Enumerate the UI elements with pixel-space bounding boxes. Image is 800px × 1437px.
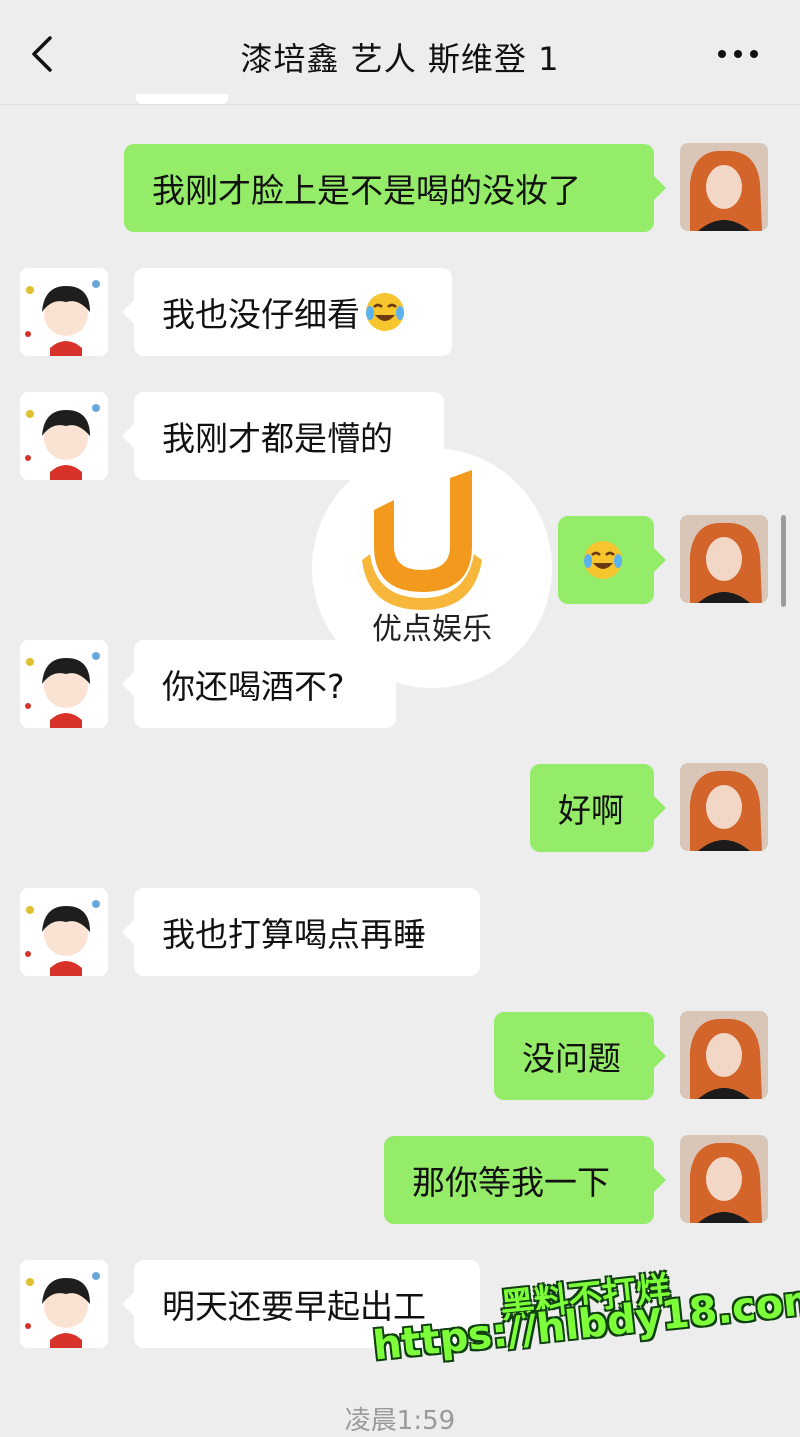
chat-title: 漆培鑫 艺人 斯维登 1 [240, 40, 560, 78]
contact-avatar[interactable] [20, 268, 108, 356]
contact-avatar[interactable] [20, 1260, 108, 1348]
brand-u-logo-icon [362, 470, 482, 610]
self-avatar[interactable] [680, 1011, 768, 1099]
message-text: 那你等我一下 [412, 1163, 610, 1202]
message-text: 我刚才脸上是不是喝的没妆了 [152, 171, 581, 210]
brand-logo-overlay: 优点娱乐 [312, 448, 552, 688]
contact-avatar[interactable] [20, 640, 108, 728]
message-text: 好啊 [558, 791, 624, 830]
contact-avatar[interactable] [20, 392, 108, 480]
message-bubble-outgoing[interactable]: 那你等我一下 [384, 1136, 666, 1224]
scrollbar[interactable] [781, 515, 786, 607]
message-text: 我也打算喝点再睡 [162, 915, 426, 954]
self-avatar[interactable] [680, 1135, 768, 1223]
message-bubble-incoming[interactable]: 我也没仔细看 [122, 268, 452, 356]
message-bubble-outgoing[interactable]: 没问题 [494, 1012, 666, 1100]
self-avatar[interactable] [680, 515, 768, 603]
more-dots-icon[interactable] [716, 38, 760, 70]
message-timestamp: 凌晨1:59 [344, 1406, 456, 1436]
contact-avatar[interactable] [20, 888, 108, 976]
message-bubble-incoming[interactable]: 我也打算喝点再睡 [122, 888, 480, 976]
message-bubble-outgoing[interactable] [558, 516, 666, 604]
message-text: 我也没仔细看 [162, 295, 360, 334]
self-avatar[interactable] [680, 763, 768, 851]
message-text: 没问题 [522, 1039, 621, 1078]
partial-previous-bubble [136, 94, 228, 104]
brand-logo-text: 优点娱乐 [372, 612, 492, 647]
message-bubble-outgoing[interactable]: 我刚才脸上是不是喝的没妆了 [124, 144, 666, 232]
message-bubble-outgoing[interactable]: 好啊 [530, 764, 666, 852]
laugh-cry-emoji-icon [584, 541, 622, 579]
laugh-cry-emoji-icon [366, 293, 404, 331]
chat-header: 漆培鑫 艺人 斯维登 1 [0, 0, 800, 105]
self-avatar[interactable] [680, 143, 768, 231]
message-text: 明天还要早起出工 [162, 1287, 426, 1326]
